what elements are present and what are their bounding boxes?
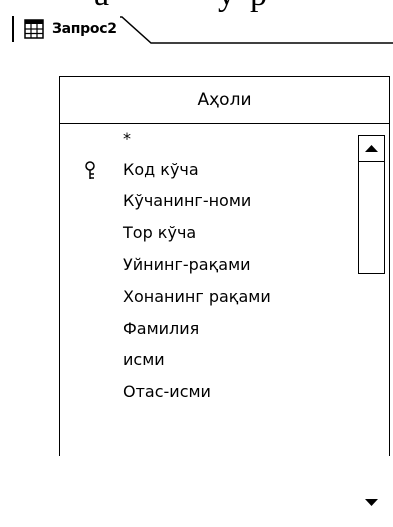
field-label: * [123,129,131,148]
field-label: Тор кўча [123,223,197,242]
field-label: Хонанинг рақами [123,287,271,306]
field-label: Фамилия [123,319,200,338]
tab-label: Запрос2 [52,21,117,37]
field-label: Уйнинг-рақами [123,255,251,274]
tab-query[interactable]: Запрос2 [24,14,117,44]
field-label: Код кўча [123,160,199,179]
field-label: Кўчанинг-номи [123,191,252,210]
query-icon [24,19,44,39]
arrow-up-icon [365,145,378,152]
vertical-scrollbar[interactable] [358,135,385,527]
arrow-down-icon [365,499,378,506]
key-icon [85,161,95,179]
field-list-window[interactable]: Аҳоли * Код кўча Кўчанинг-номи Тор кўча … [59,76,390,506]
scroll-thumb[interactable] [358,161,385,274]
scroll-up-button[interactable] [358,135,385,162]
clipped-text-fragment: аур [0,0,393,12]
tab-separator [12,16,14,42]
field-list[interactable]: * Код кўча Кўчанинг-номи Тор кўча Уйнинг… [60,124,389,456]
field-label: Отас-исми [123,382,211,401]
table-title: Аҳоли [60,77,389,124]
scroll-down-button[interactable] [358,489,385,516]
field-label: исми [123,350,165,369]
